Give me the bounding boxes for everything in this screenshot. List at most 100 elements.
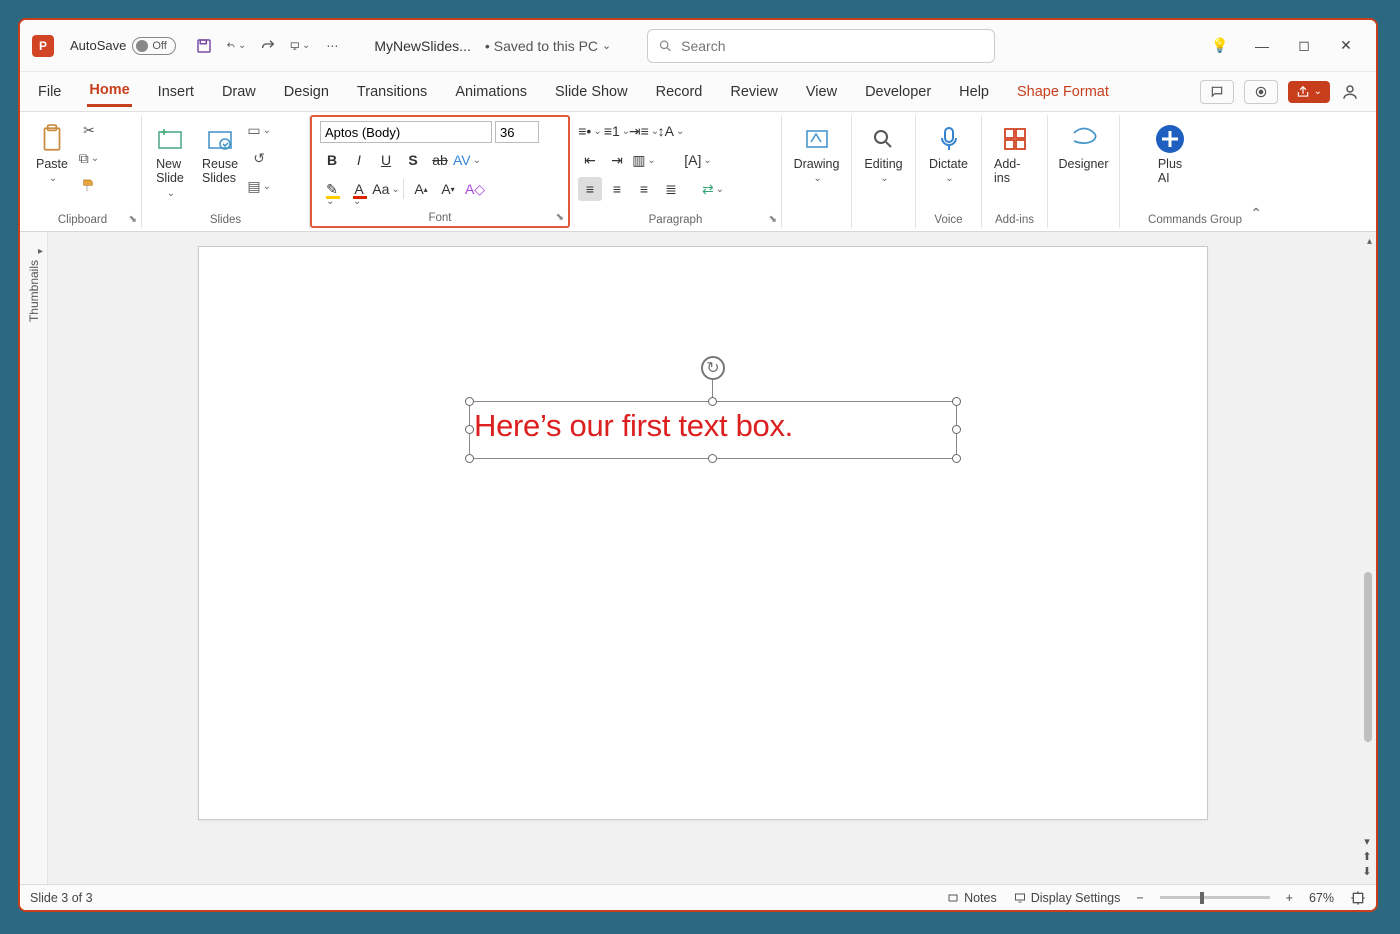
tab-design[interactable]: Design [282,78,331,106]
font-size-combo[interactable] [495,121,539,143]
smartart-icon[interactable]: ⇄ [701,177,725,201]
tab-help[interactable]: Help [957,78,991,106]
resize-handle[interactable] [465,454,474,463]
decrease-indent-icon[interactable]: ⇤ [578,148,602,172]
comments-button[interactable] [1200,80,1234,104]
present-icon[interactable] [290,36,310,56]
lightbulb-icon[interactable]: 💡 [1210,36,1230,56]
shadow-icon[interactable]: S [401,148,425,172]
minimize-icon[interactable]: — [1252,36,1272,56]
list-level-icon[interactable]: ⇥≡ [632,119,656,143]
resize-handle[interactable] [465,425,474,434]
format-painter-icon[interactable] [78,175,100,197]
tab-record[interactable]: Record [654,78,705,106]
align-left-icon[interactable]: ≡ [578,177,602,201]
maximize-icon[interactable]: ◻ [1294,36,1314,56]
layout-icon[interactable]: ▭ [248,119,270,141]
drawing-button[interactable]: Drawing [788,119,846,189]
tab-view[interactable]: View [804,78,839,106]
justify-icon[interactable]: ≣ [659,177,683,201]
strikethrough-icon[interactable]: ab [428,148,452,172]
tab-draw[interactable]: Draw [220,78,258,106]
save-icon[interactable] [194,36,214,56]
tab-insert[interactable]: Insert [156,78,196,106]
tab-shape-format[interactable]: Shape Format [1015,78,1111,106]
tab-home[interactable]: Home [87,76,131,107]
paragraph-launcher-icon[interactable]: ⬊ [769,214,777,225]
resize-handle[interactable] [465,397,474,406]
character-spacing-icon[interactable]: AV [455,148,479,172]
zoom-level[interactable]: 67% [1309,891,1334,905]
reuse-slides-button[interactable]: Reuse Slides [196,119,244,190]
resize-handle[interactable] [952,425,961,434]
display-settings-button[interactable]: Display Settings [1013,891,1121,905]
text-direction-icon[interactable]: [A] [686,148,710,172]
resize-handle[interactable] [708,397,717,406]
qat-more-icon[interactable]: ⋯ [322,36,342,56]
plus-ai-button[interactable]: Plus AI [1148,119,1192,190]
toggle-switch[interactable]: Off [132,37,176,55]
tab-transitions[interactable]: Transitions [355,78,429,106]
zoom-slider[interactable] [1160,896,1270,899]
rotate-handle-icon[interactable]: ↻ [701,356,725,380]
expand-thumbnails-icon[interactable]: ▸ [38,246,43,257]
italic-icon[interactable]: I [347,148,371,172]
share-button[interactable]: ⌄ [1288,81,1330,103]
redo-icon[interactable] [258,36,278,56]
increase-font-icon[interactable]: A▴ [409,177,433,201]
underline-icon[interactable]: U [374,148,398,172]
text-box[interactable]: ↻ Here’s our first text box. [469,401,957,459]
text-box-content[interactable]: Here’s our first text box. [470,402,956,450]
tab-animations[interactable]: Animations [453,78,529,106]
resize-handle[interactable] [952,397,961,406]
zoom-out-icon[interactable]: − [1136,891,1143,905]
vertical-scrollbar[interactable]: ▴ ▾ ⬆ ⬇ [1358,232,1376,884]
columns-icon[interactable]: ▥ [632,148,656,172]
clipboard-launcher-icon[interactable]: ⬊ [129,214,137,225]
scroll-down-icon[interactable]: ▾ [1364,835,1370,848]
notes-button[interactable]: Notes [946,891,997,905]
section-icon[interactable]: ▤ [248,175,270,197]
record-button[interactable] [1244,80,1278,104]
designer-button[interactable]: Designer [1052,119,1114,175]
resize-handle[interactable] [708,454,717,463]
new-slide-button[interactable]: New Slide [148,119,192,203]
collapse-ribbon-icon[interactable]: ⌃ [1250,205,1262,222]
close-icon[interactable]: ✕ [1336,36,1356,56]
slide-indicator[interactable]: Slide 3 of 3 [30,891,93,905]
align-center-icon[interactable]: ≡ [605,177,629,201]
increase-indent-icon[interactable]: ⇥ [605,148,629,172]
addins-button[interactable]: Add-ins [988,119,1041,190]
bold-icon[interactable]: B [320,148,344,172]
copy-icon[interactable]: ⧉ [78,147,100,169]
prev-slide-icon[interactable]: ⬆ [1362,850,1371,863]
slide-canvas[interactable]: ↻ Here’s our first text box. [48,232,1358,884]
tab-review[interactable]: Review [728,78,780,106]
saved-status[interactable]: • Saved to this PC ⌄ [485,38,611,54]
change-case-icon[interactable]: Aa [374,177,398,201]
reset-icon[interactable]: ↺ [248,147,270,169]
font-color-icon[interactable]: A [347,177,371,201]
decrease-font-icon[interactable]: A▾ [436,177,460,201]
editing-button[interactable]: Editing [858,119,908,189]
zoom-in-icon[interactable]: + [1286,891,1293,905]
clear-formatting-icon[interactable]: A◇ [463,177,487,201]
next-slide-icon[interactable]: ⬇ [1362,865,1371,878]
numbering-icon[interactable]: ≡1 [605,119,629,143]
bullets-icon[interactable]: ≡• [578,119,602,143]
highlight-color-icon[interactable]: ✎ [320,177,344,201]
slide[interactable]: ↻ Here’s our first text box. [198,246,1208,820]
font-launcher-icon[interactable]: ⬊ [556,212,564,223]
font-name-combo[interactable] [320,121,492,143]
dictate-button[interactable]: Dictate [923,119,974,189]
account-icon[interactable] [1340,82,1360,102]
tab-developer[interactable]: Developer [863,78,933,106]
line-spacing-icon[interactable]: ↕A [659,119,683,143]
thumbnails-panel[interactable]: ▸ Thumbnails [20,232,48,884]
autosave-toggle[interactable]: AutoSave Off [70,37,176,55]
tab-slideshow[interactable]: Slide Show [553,78,630,106]
tab-file[interactable]: File [36,78,63,106]
align-right-icon[interactable]: ≡ [632,177,656,201]
fit-to-window-icon[interactable] [1350,890,1366,906]
scroll-up-icon[interactable]: ▴ [1367,236,1372,247]
